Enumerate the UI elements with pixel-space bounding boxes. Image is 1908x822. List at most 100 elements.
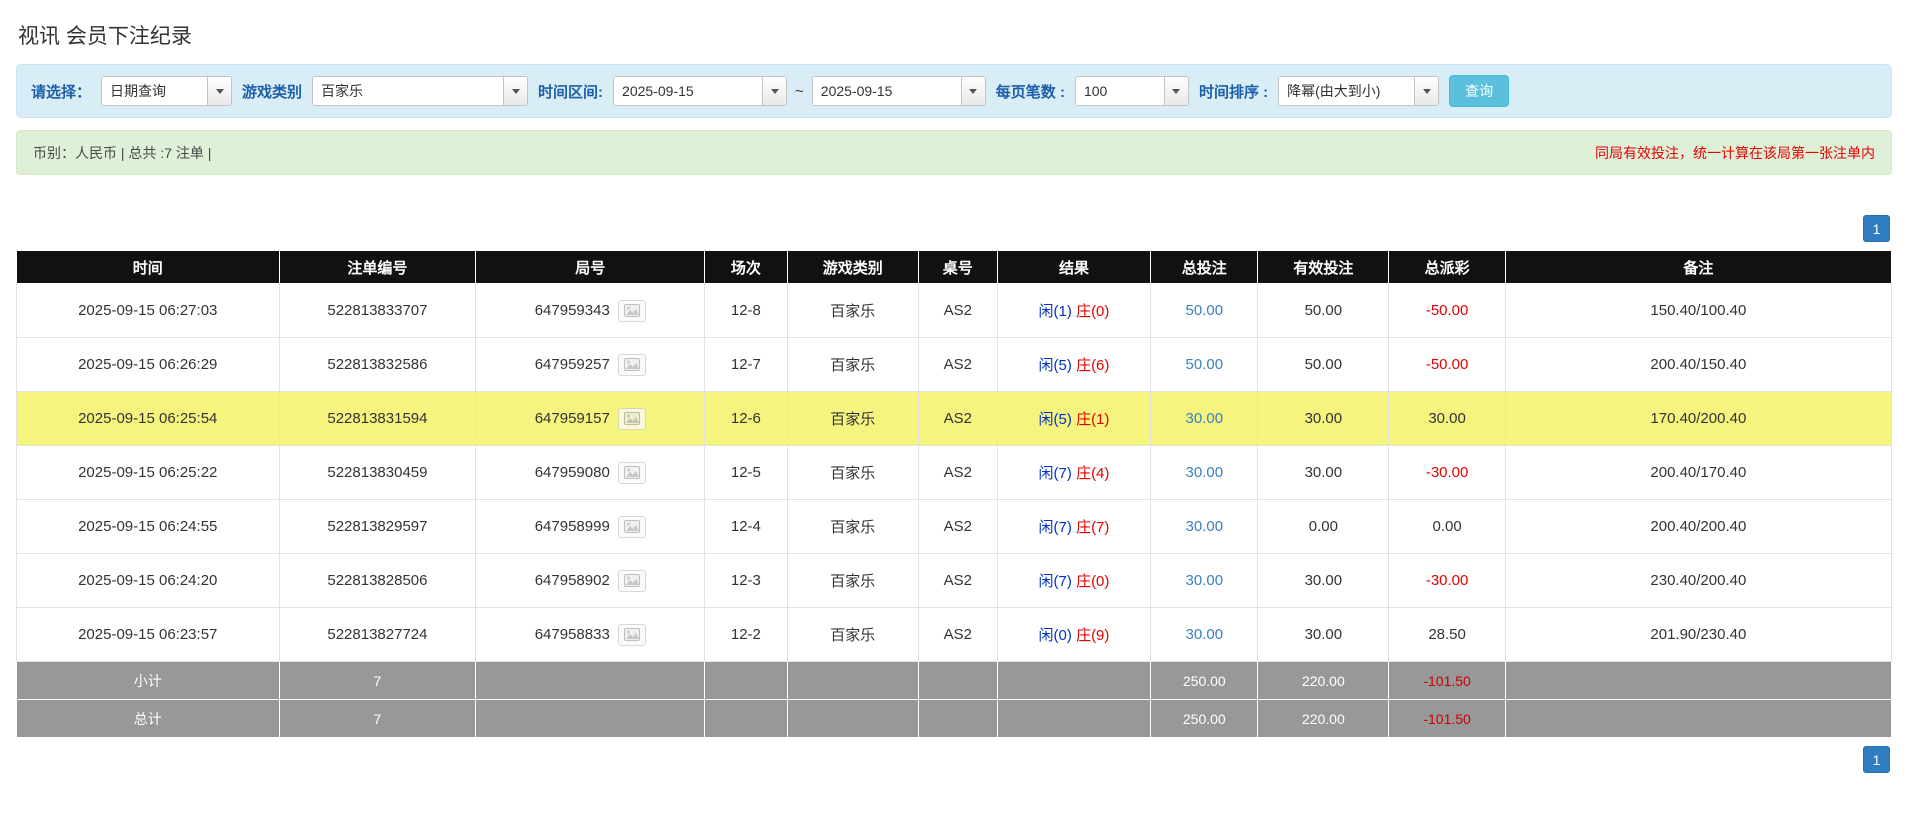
table-row: 2025-09-15 06:24:20 522813828506 6479589… <box>16 553 1893 608</box>
round-cell: 647959343 <box>475 283 706 338</box>
replay-video-button[interactable] <box>617 407 646 430</box>
time-cell: 2025-09-15 06:25:22 <box>16 445 280 500</box>
col-header-total-bet: 总投注 <box>1150 250 1259 284</box>
image-icon <box>623 574 640 587</box>
total-valid-bet: 220.00 <box>1257 699 1390 738</box>
total-label: 总计 <box>16 699 280 738</box>
total-bet-cell: 30.00 <box>1150 391 1259 446</box>
result-cell: 闲(7) 庄(0) <box>996 553 1152 608</box>
page-button-1[interactable]: 1 <box>1863 746 1890 773</box>
col-header-table-no: 桌号 <box>917 250 998 284</box>
select-type-input[interactable] <box>102 77 208 105</box>
result-cell: 闲(7) 庄(7) <box>996 499 1152 554</box>
page-button-1[interactable]: 1 <box>1863 215 1890 242</box>
filter-bar: 请选择： 游戏类别 时间区间: ~ 每页笔数 : 时间排序 : <box>16 64 1892 118</box>
total-bet-cell: 30.00 <box>1150 445 1259 500</box>
bet-id-cell: 522813833707 <box>278 283 477 338</box>
replay-video-button[interactable] <box>617 569 646 592</box>
table-row: 2025-09-15 06:25:54 522813831594 6479591… <box>16 391 1893 446</box>
payout-cell: 0.00 <box>1388 499 1506 554</box>
replay-video-button[interactable] <box>617 623 646 646</box>
valid-bet-cell: 30.00 <box>1257 553 1390 608</box>
replay-video-button[interactable] <box>617 353 646 376</box>
player-result: 闲(5) <box>1038 411 1072 428</box>
player-result: 闲(7) <box>1038 465 1072 482</box>
table-no-cell: AS2 <box>917 283 998 338</box>
date-range-label: 时间区间: <box>538 83 604 101</box>
col-header-valid-bet: 有效投注 <box>1257 250 1390 284</box>
session-cell: 12-3 <box>704 553 788 608</box>
round-number: 647959343 <box>534 302 610 319</box>
round-cell: 647958902 <box>475 553 706 608</box>
replay-video-button[interactable] <box>617 461 646 484</box>
game-type-cell: 百家乐 <box>786 607 919 662</box>
round-cell: 647958833 <box>475 607 706 662</box>
summary-note-text: 同局有效投注，统一计算在该局第一张注单内 <box>1595 144 1875 161</box>
replay-video-button[interactable] <box>617 515 646 538</box>
player-result: 闲(7) <box>1038 519 1072 536</box>
image-icon <box>623 358 640 371</box>
page-size-dropdown-button[interactable] <box>1163 77 1188 105</box>
caret-down-icon <box>1422 88 1431 94</box>
time-cell: 2025-09-15 06:27:03 <box>16 283 280 338</box>
col-header-time: 时间 <box>16 250 280 284</box>
date-from-dropdown-button[interactable] <box>762 77 787 105</box>
total-bet-link[interactable]: 30.00 <box>1186 518 1224 535</box>
subtotal-valid-bet: 220.00 <box>1257 661 1390 700</box>
date-to-combo <box>811 76 986 106</box>
time-cell: 2025-09-15 06:23:57 <box>16 607 280 662</box>
total-bet-link[interactable]: 30.00 <box>1186 410 1224 427</box>
sort-order-dropdown-button[interactable] <box>1414 77 1439 105</box>
session-cell: 12-7 <box>704 337 788 392</box>
note-cell: 200.40/200.40 <box>1504 499 1893 554</box>
player-result: 闲(0) <box>1038 627 1072 644</box>
col-header-result: 结果 <box>996 250 1152 284</box>
table-row: 2025-09-15 06:27:03 522813833707 6479593… <box>16 283 1893 338</box>
sort-order-input[interactable] <box>1279 77 1415 105</box>
game-type-input[interactable] <box>313 77 504 105</box>
col-header-round: 局号 <box>475 250 706 284</box>
total-bet-link[interactable]: 30.00 <box>1186 464 1224 481</box>
total-bet-cell: 50.00 <box>1150 337 1259 392</box>
page-size-label: 每页笔数 : <box>995 83 1065 101</box>
bet-id-cell: 522813830459 <box>278 445 477 500</box>
pagination-bottom: 1 <box>18 746 1890 773</box>
total-bet-link[interactable]: 50.00 <box>1186 302 1224 319</box>
date-to-input[interactable] <box>812 77 961 105</box>
date-from-input[interactable] <box>614 77 763 105</box>
select-type-dropdown-button[interactable] <box>207 77 232 105</box>
game-type-cell: 百家乐 <box>786 499 919 554</box>
date-to-dropdown-button[interactable] <box>960 77 985 105</box>
total-bet-link[interactable]: 30.00 <box>1186 626 1224 643</box>
round-cell: 647958999 <box>475 499 706 554</box>
col-header-note: 备注 <box>1504 250 1893 284</box>
game-type-cell: 百家乐 <box>786 553 919 608</box>
col-header-game-type: 游戏类别 <box>786 250 919 284</box>
round-number: 647958902 <box>534 572 610 589</box>
payout-cell: 28.50 <box>1388 607 1506 662</box>
total-bet-link[interactable]: 30.00 <box>1186 572 1224 589</box>
session-cell: 12-8 <box>704 283 788 338</box>
total-count: 7 <box>278 699 477 738</box>
search-button[interactable]: 查询 <box>1449 75 1510 107</box>
caret-down-icon <box>1172 88 1181 94</box>
bet-id-cell: 522813827724 <box>278 607 477 662</box>
replay-video-button[interactable] <box>617 299 646 322</box>
valid-bet-cell: 0.00 <box>1257 499 1390 554</box>
time-cell: 2025-09-15 06:25:54 <box>16 391 280 446</box>
valid-bet-cell: 50.00 <box>1257 337 1390 392</box>
banker-result: 庄(0) <box>1076 573 1110 590</box>
total-bet-cell: 50.00 <box>1150 283 1259 338</box>
table-no-cell: AS2 <box>917 337 998 392</box>
page-size-input[interactable] <box>1075 77 1164 105</box>
total-payout: -101.50 <box>1388 699 1506 738</box>
total-bet-link[interactable]: 50.00 <box>1186 356 1224 373</box>
total-bet-cell: 30.00 <box>1150 553 1259 608</box>
date-from-combo <box>613 76 788 106</box>
image-icon <box>623 466 640 479</box>
table-no-cell: AS2 <box>917 445 998 500</box>
summary-currency-count-text: 币别：人民币 | 总共 :7 注单 | <box>33 144 212 161</box>
date-range-tilde: ~ <box>795 82 804 100</box>
game-type-dropdown-button[interactable] <box>503 77 528 105</box>
subtotal-label: 小计 <box>16 661 280 700</box>
